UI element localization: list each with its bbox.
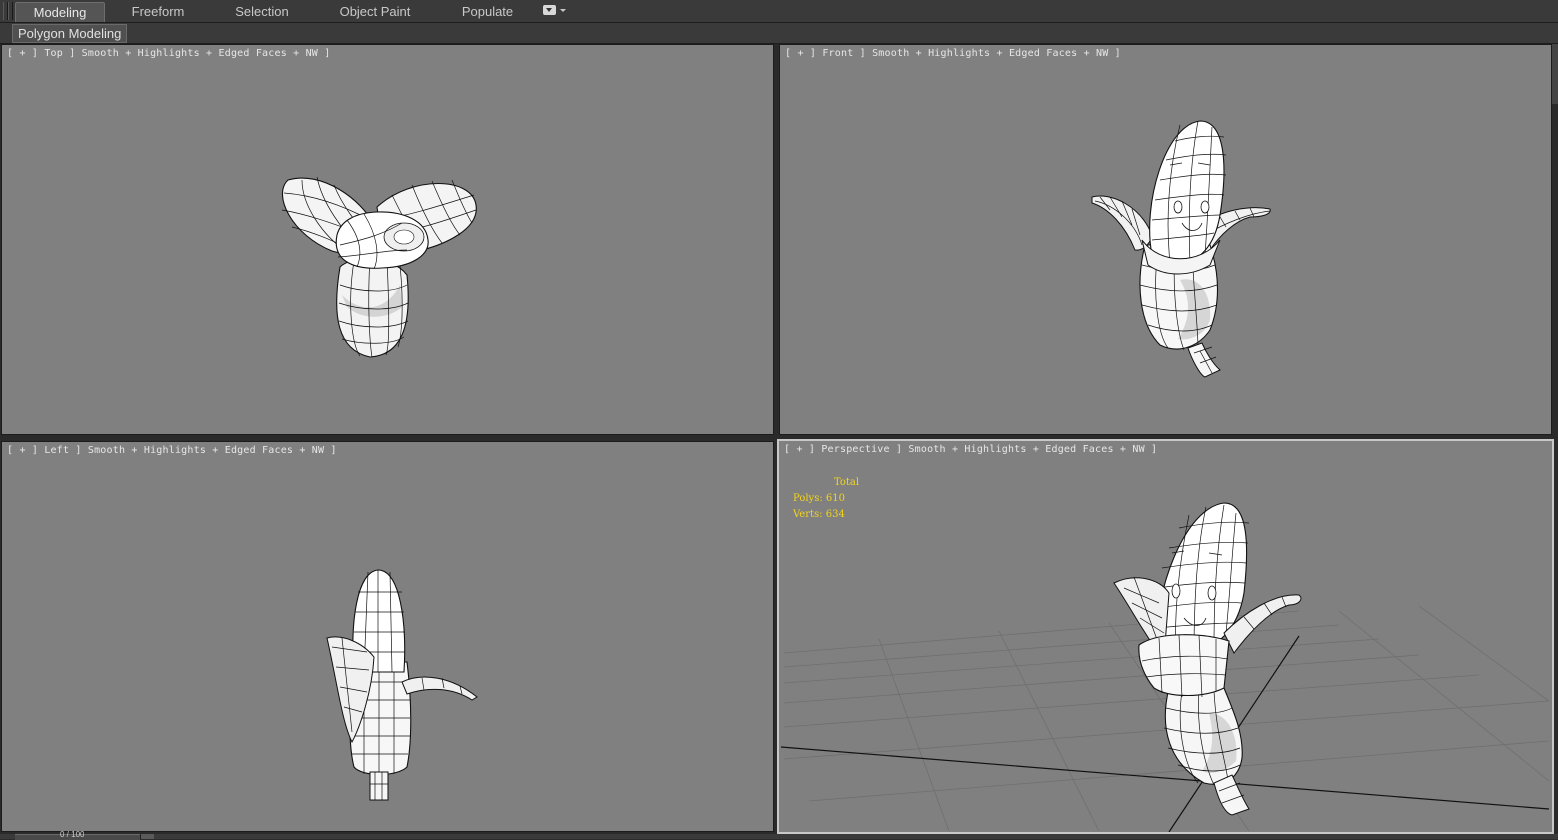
tab-object-paint[interactable]: Object Paint (330, 2, 420, 21)
banana-model-left-view (326, 569, 478, 801)
time-slider-label: 0 / 100 (60, 831, 85, 839)
viewport-left[interactable]: [ + ] Left ] Smooth + Highlights + Edged… (1, 441, 774, 832)
tab-modeling[interactable]: Modeling (15, 2, 105, 22)
ribbon-grip[interactable] (8, 2, 13, 20)
timeline-bar (0, 834, 1558, 839)
polys-count: 610 (825, 493, 845, 504)
viewport-top[interactable]: [ + ] Top ] Smooth + Highlights + Edged … (1, 44, 774, 435)
ribbon-tab-bar: Modeling Freeform Selection Object Paint… (0, 0, 1558, 23)
banana-model-front-view (1091, 120, 1271, 378)
ribbon-options-dropdown[interactable] (543, 5, 569, 18)
grid-and-banana-perspective (780, 502, 1550, 832)
viewport-perspective[interactable]: [ + ] Perspective ] Smooth + Highlights … (777, 439, 1554, 834)
tab-freeform[interactable]: Freeform (118, 2, 198, 21)
chevron-down-icon (560, 9, 566, 12)
tab-populate[interactable]: Populate (450, 2, 525, 21)
ribbon-panel-bar: Polygon Modeling (0, 23, 1558, 44)
viewport-front[interactable]: [ + ] Front ] Smooth + Highlights + Edge… (779, 44, 1552, 435)
time-slider-next-button[interactable] (140, 834, 154, 839)
viewport-statistics: Total Polys: 610 Verts: 634 (793, 475, 859, 523)
verts-count: 634 (825, 509, 845, 520)
verts-label: Verts: (793, 509, 823, 520)
stats-title: Total (834, 477, 860, 488)
dropdown-options-icon (543, 5, 556, 15)
tab-selection[interactable]: Selection (222, 2, 302, 21)
polygon-modeling-button[interactable]: Polygon Modeling (12, 24, 128, 43)
scrollbar[interactable] (1551, 44, 1558, 104)
banana-model-top-view (281, 176, 477, 358)
polys-label: Polys: (793, 493, 823, 504)
